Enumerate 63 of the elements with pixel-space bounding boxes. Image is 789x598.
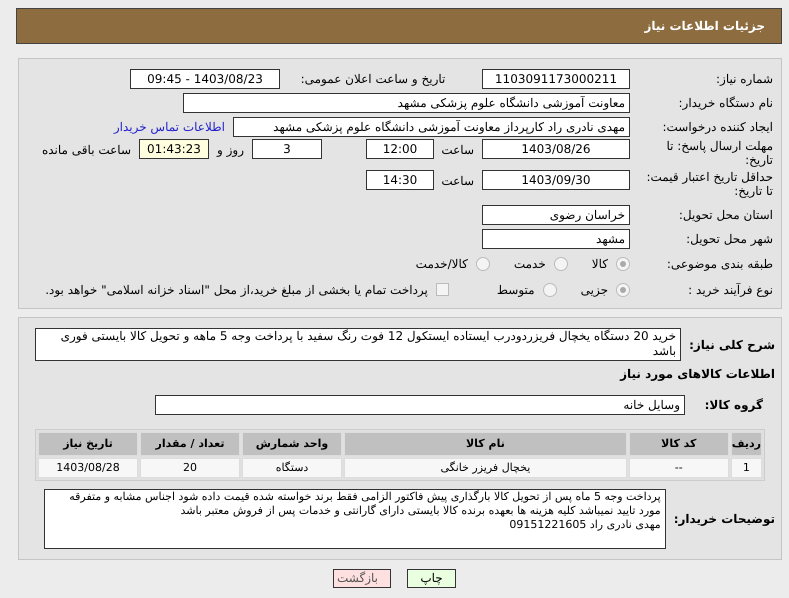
field-text: ساعت باقی مانده bbox=[42, 142, 131, 159]
text-field[interactable]: 1403/09/30 bbox=[482, 170, 630, 190]
notes-text: مهدی نادری راد 09151221605 bbox=[508, 518, 661, 532]
field-label: تاریخ و ساعت اعلان عمومی: bbox=[300, 72, 446, 86]
column-header: تعداد / مقدار bbox=[140, 432, 240, 456]
field-text: ساعت bbox=[442, 142, 474, 159]
field-text: ساعت bbox=[442, 173, 474, 190]
table-cell: 20 bbox=[140, 458, 240, 478]
notes-area[interactable] bbox=[44, 489, 666, 549]
column-header: نام کالا bbox=[344, 432, 627, 456]
radio-button[interactable] bbox=[616, 256, 630, 270]
field-text: روز و bbox=[217, 142, 244, 159]
table-cell: -- bbox=[628, 458, 729, 478]
radio-button[interactable] bbox=[554, 256, 568, 270]
field-label: گروه کالا: bbox=[704, 397, 763, 414]
notes-text: پرداخت وجه 5 ماه پس از تحویل کالا بارگذاری پیش فاکتور الزامی فقط برند خواسته شده قیمت داده شود اجناس مشابه و متفرقه مورد تایید نمیباشد کلیه هزینه ها بعهده برنده کالا بایستی دارای گارانتی و خدمات پس از فروش معتبر باشد bbox=[68, 490, 661, 518]
field-label: مهلت ارسال پاسخ: تا تاریخ: bbox=[665, 139, 773, 167]
text-field[interactable]: مشهد bbox=[482, 228, 630, 248]
field-label: شهر محل تحویل: bbox=[685, 232, 773, 246]
field-label: شرح کلی نیاز: bbox=[689, 337, 775, 354]
table-cell: دستگاه bbox=[242, 458, 342, 478]
field-label: نام دستگاه خریدار: bbox=[678, 96, 773, 110]
field-text: کالا/خدمت bbox=[416, 256, 468, 272]
column-header: واحد شمارش bbox=[242, 432, 342, 456]
text-field[interactable]: 1403/08/26 bbox=[482, 139, 630, 159]
radio-button[interactable] bbox=[542, 282, 557, 296]
field-text: متوسط bbox=[496, 282, 535, 298]
checkbox[interactable] bbox=[436, 283, 449, 296]
buyer-contact-link[interactable]: اطلاعات تماس خریدار bbox=[114, 118, 225, 136]
field-text: خدمت bbox=[514, 256, 546, 272]
field-label: شماره نیاز: bbox=[715, 72, 773, 86]
page-title: جزئیات اطلاعات نیاز bbox=[644, 18, 765, 35]
column-header: تاریخ نیاز bbox=[38, 432, 138, 456]
radio-button[interactable] bbox=[616, 282, 630, 296]
field-label: ایجاد کننده درخواست: bbox=[661, 120, 773, 134]
table-cell: یخچال فریزر خانگی bbox=[344, 458, 627, 478]
table-cell: 1 bbox=[730, 458, 762, 478]
text-field[interactable]: معاونت آموزشی دانشگاه علوم پزشکی مشهد bbox=[183, 92, 630, 112]
description-area[interactable]: خرید 20 دستگاه یخچال فریزردودرب ایستاده ایستکول 12 فوت رنگ سفید با پرداخت وجه 5 ماهه و تحویل کالا بایستی فوری باشد bbox=[35, 328, 682, 361]
field-label: استان محل تحویل: bbox=[678, 208, 773, 222]
text-field[interactable]: 12:00 bbox=[366, 139, 434, 159]
print-button[interactable]: چاپ bbox=[407, 569, 456, 588]
column-header: کد کالا bbox=[628, 432, 729, 456]
text-field[interactable]: 1103091173000211 bbox=[482, 68, 630, 88]
text-field[interactable]: 3 bbox=[252, 139, 322, 159]
column-header: ردیف bbox=[730, 432, 762, 456]
back-button[interactable]: بازگشت bbox=[333, 569, 391, 588]
text-field[interactable]: مهدی نادری راد کارپرداز معاونت آموزشی دانشگاه علوم پزشکی مشهد bbox=[233, 116, 630, 136]
text-field[interactable]: خراسان رضوی bbox=[482, 204, 630, 224]
field-label: طبقه بندی موضوعی: bbox=[666, 256, 773, 270]
radio-button[interactable] bbox=[476, 256, 490, 270]
text-field[interactable]: 1403/08/23 - 09:45 bbox=[130, 68, 280, 88]
field-text: کالا bbox=[592, 256, 608, 272]
section-heading: اطلاعات کالاهای مورد نیاز bbox=[618, 366, 775, 383]
field-label: توضیحات خریدار: bbox=[674, 511, 775, 528]
text-field[interactable]: وسایل خانه bbox=[155, 395, 685, 415]
field-text: جزیی bbox=[580, 282, 608, 298]
text-field[interactable]: 14:30 bbox=[366, 170, 434, 190]
text-field[interactable]: 01:43:23 bbox=[139, 139, 209, 159]
table-cell: 1403/08/28 bbox=[38, 458, 138, 478]
field-label: حداقل تاریخ اعتبار قیمت: تا تاریخ: bbox=[645, 170, 773, 198]
field-text: پرداخت تمام یا بخشی از مبلغ خرید،از محل "اسناد خزانه اسلامی" خواهد بود. bbox=[45, 282, 428, 298]
field-label: نوع فرآیند خرید : bbox=[687, 282, 773, 296]
